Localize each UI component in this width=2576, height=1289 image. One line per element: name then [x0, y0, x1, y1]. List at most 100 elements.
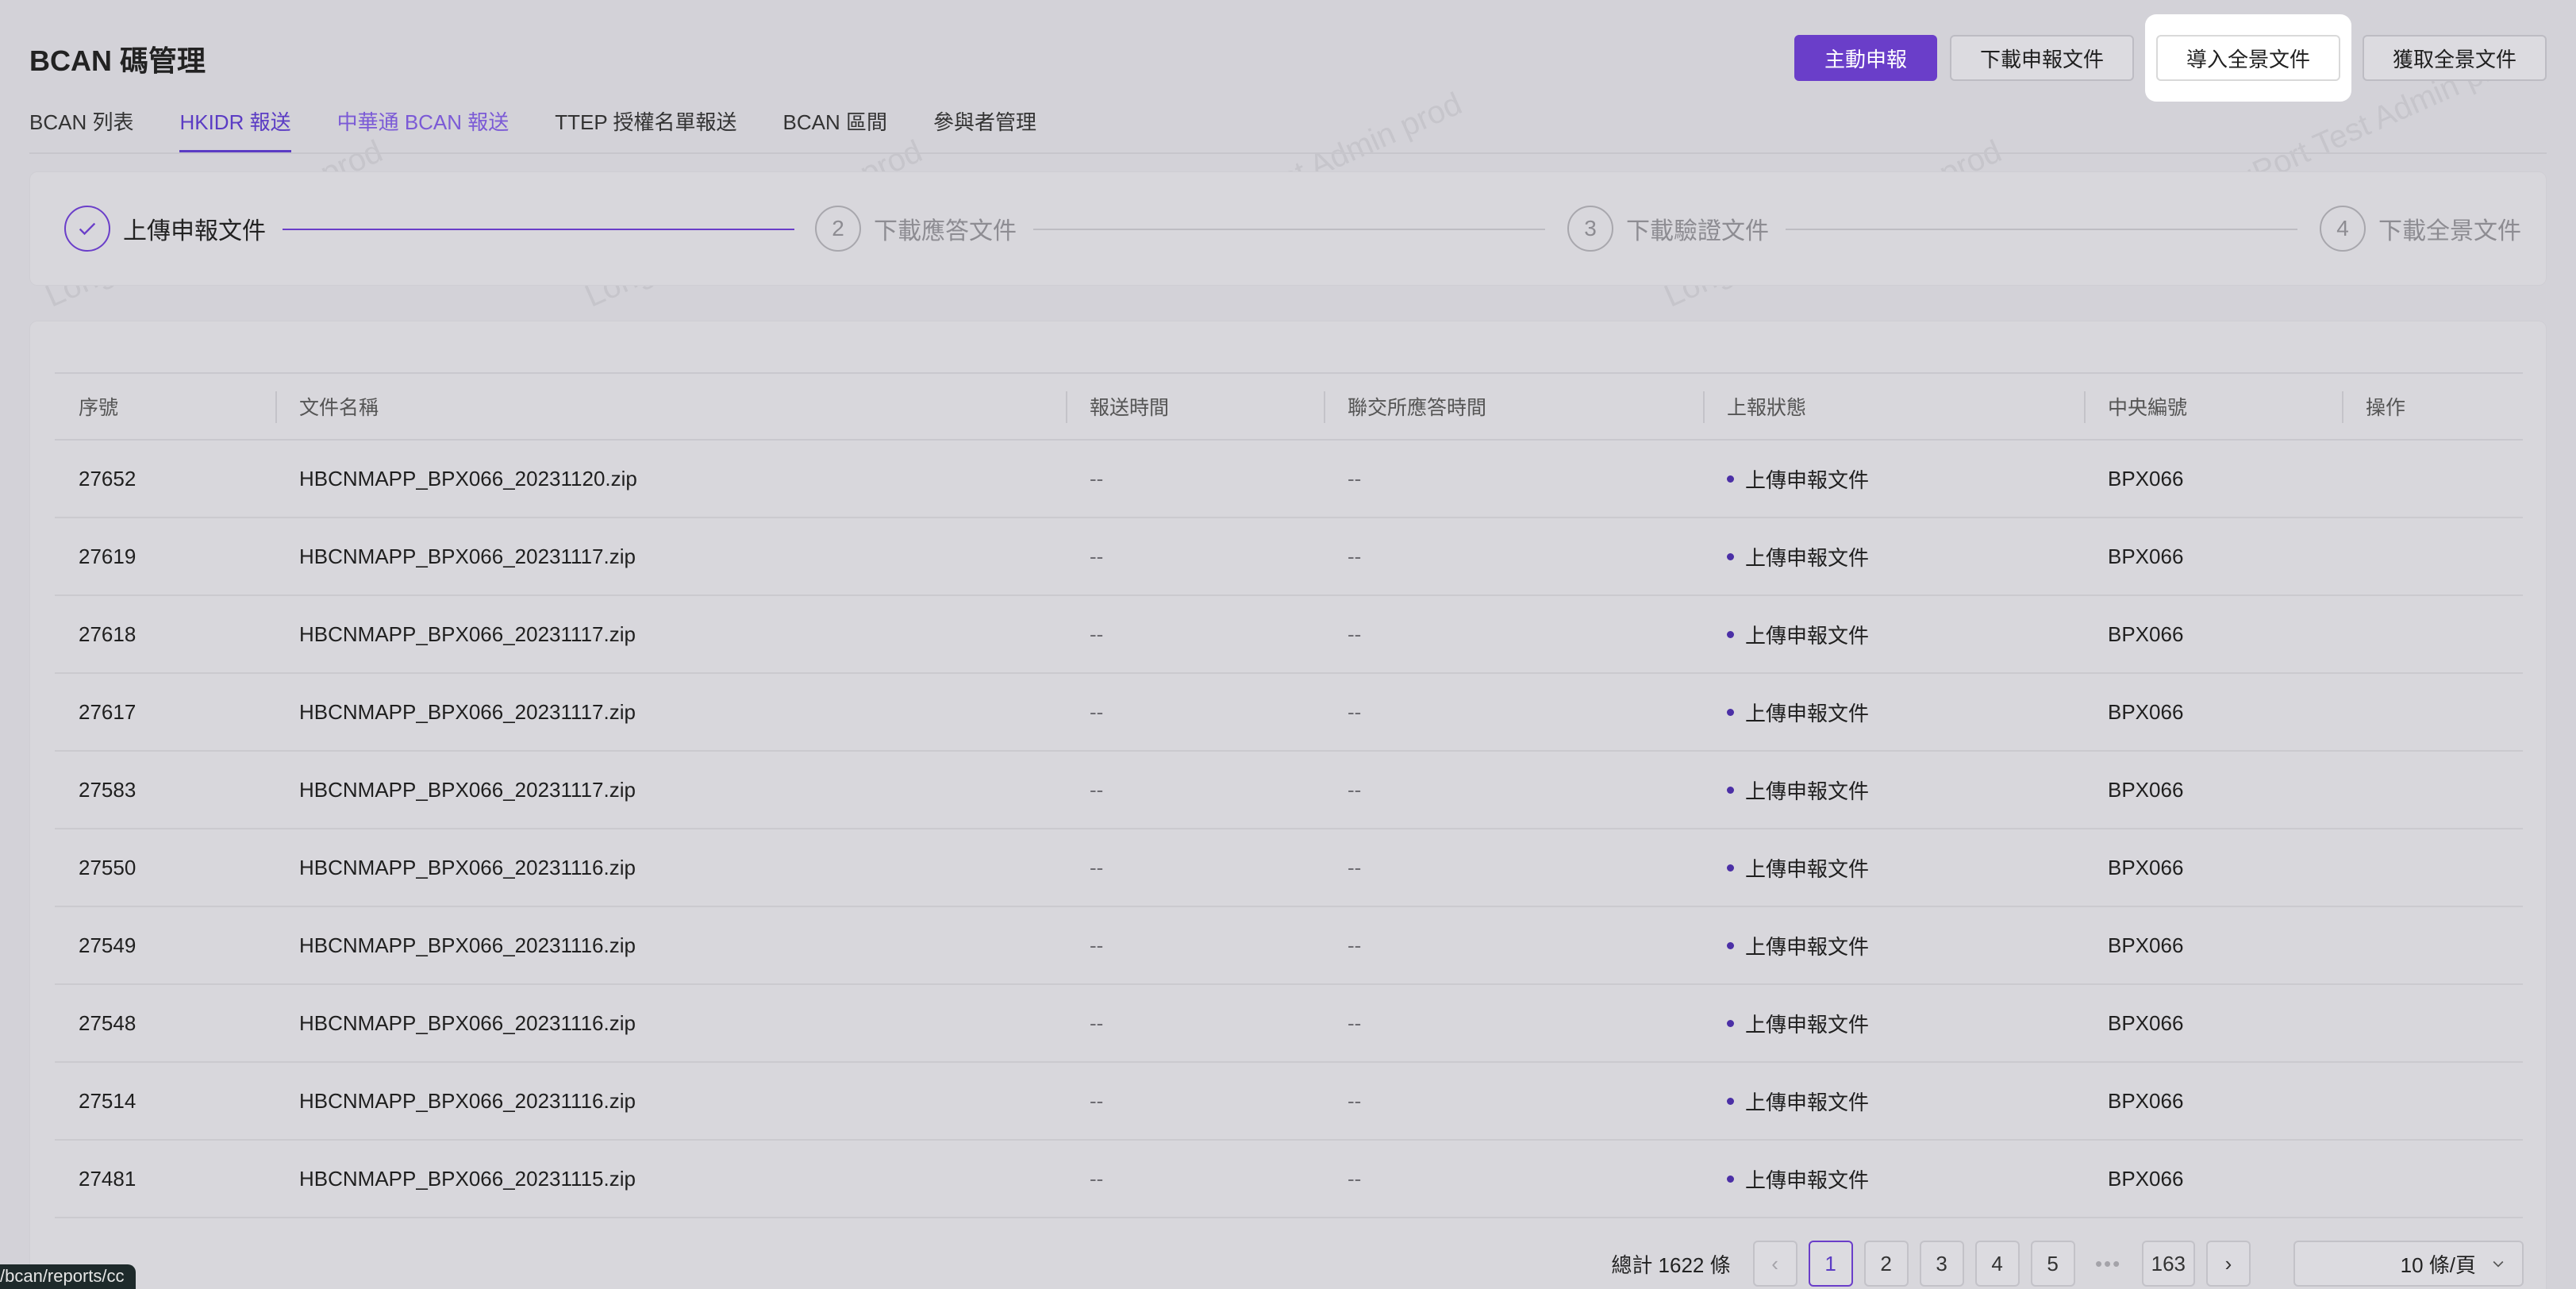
cell-central-code: BPX066 [2084, 518, 2342, 596]
page-title: BCAN 碼管理 [29, 44, 206, 77]
check-icon [64, 206, 110, 252]
cell-actions [2342, 984, 2523, 1063]
status-dot-icon [1727, 709, 1734, 717]
cell-file-name: HBCNMAPP_BPX066_20231116.zip [275, 1062, 1066, 1141]
page-button[interactable]: 1 [1808, 1241, 1853, 1287]
step-1: 上傳申報文件 [64, 206, 266, 252]
table-body: 27652 HBCNMAPP_BPX066_20231120.zip -- -- 上傳申… [55, 440, 2523, 1218]
submit-report-button[interactable]: 主動申報 [1794, 35, 1937, 81]
cell-file-name: HBCNMAPP_BPX066_20231117.zip [275, 673, 1066, 752]
cell-sent-time: -- [1066, 751, 1324, 829]
fetch-panorama-button[interactable]: 獲取全景文件 [2362, 35, 2547, 81]
cell-actions [2342, 518, 2523, 596]
table-row[interactable]: 27617 HBCNMAPP_BPX066_20231117.zip -- -- 上傳申… [55, 673, 2523, 752]
tab-stock-connect-bcan[interactable]: 中華通 BCAN 報送 [337, 106, 509, 152]
cell-file-name: HBCNMAPP_BPX066_20231120.zip [275, 440, 1066, 518]
page-button[interactable]: 3 [1919, 1241, 1964, 1287]
cell-id: 27583 [55, 751, 275, 829]
step-connector [1786, 229, 2297, 230]
table-row[interactable]: 27619 HBCNMAPP_BPX066_20231117.zip -- -- 上傳申… [55, 518, 2523, 596]
status-dot-icon [1727, 553, 1734, 561]
cell-response-time: -- [1324, 751, 1703, 829]
cell-file-name: HBCNMAPP_BPX066_20231116.zip [275, 984, 1066, 1063]
page-button[interactable]: 4 [1974, 1241, 2020, 1287]
cell-actions [2342, 1062, 2523, 1141]
step-label: 下載應答文件 [874, 218, 1017, 244]
cell-id: 27550 [55, 829, 275, 907]
cell-sent-time: -- [1066, 829, 1324, 907]
cell-central-code: BPX066 [2084, 906, 2342, 985]
cell-response-time: -- [1324, 829, 1703, 907]
cell-status: 上傳申報文件 [1703, 595, 2084, 674]
table-row[interactable]: 27618 HBCNMAPP_BPX066_20231117.zip -- -- 上傳申… [55, 595, 2523, 674]
cell-id: 27618 [55, 595, 275, 674]
status-dot-icon [1727, 787, 1734, 795]
download-report-button[interactable]: 下載申報文件 [1949, 35, 2134, 81]
cell-response-time: -- [1324, 906, 1703, 985]
last-page-button[interactable]: 163 [2141, 1241, 2195, 1287]
step-3: 3 下載驗證文件 [1567, 206, 1769, 252]
step-number: 2 [815, 206, 861, 252]
table-row[interactable]: 27550 HBCNMAPP_BPX066_20231116.zip -- -- 上傳申… [55, 829, 2523, 907]
step-label: 上傳申報文件 [123, 218, 266, 244]
import-panorama-button[interactable]: 導入全景文件 [2155, 35, 2340, 81]
page-button[interactable]: 2 [1863, 1241, 1909, 1287]
cell-sent-time: -- [1066, 595, 1324, 674]
import-panorama-highlight: 導入全景文件 [2144, 14, 2351, 102]
column-header-file-name: 文件名稱 [275, 372, 1066, 441]
page-size-select[interactable]: 10 條/頁 [2293, 1241, 2524, 1287]
column-header-actions: 操作 [2342, 372, 2523, 441]
tab-hkidr-report[interactable]: HKIDR 報送 [179, 106, 291, 152]
cell-response-time: -- [1324, 595, 1703, 674]
page-ellipsis[interactable]: ••• [2086, 1241, 2131, 1287]
header-actions: 主動申報 下載申報文件 導入全景文件 獲取全景文件 [1794, 14, 2547, 102]
tabs-divider [29, 152, 2547, 154]
cell-file-name: HBCNMAPP_BPX066_20231116.zip [275, 906, 1066, 985]
cell-file-name: HBCNMAPP_BPX066_20231115.zip [275, 1140, 1066, 1218]
table-row[interactable]: 27549 HBCNMAPP_BPX066_20231116.zip -- -- 上傳申… [55, 906, 2523, 985]
status-dot-icon [1727, 942, 1734, 950]
prev-page-button[interactable]: ‹ [1752, 1241, 1797, 1287]
tab-bcan-range[interactable]: BCAN 區間 [782, 106, 886, 152]
page-button[interactable]: 5 [2030, 1241, 2075, 1287]
tab-participant-management[interactable]: 參與者管理 [933, 106, 1036, 152]
report-table: 序號 文件名稱 報送時間 聯交所應答時間 上報狀態 中央編號 操作 27652 H… [55, 372, 2523, 1218]
status-dot-icon [1727, 1020, 1734, 1028]
pagination: 總計 1622 條 ‹ 1 2 3 4 5 ••• 163 › 10 條/頁 [1611, 1241, 2524, 1287]
table-header-row: 序號 文件名稱 報送時間 聯交所應答時間 上報狀態 中央編號 操作 [55, 372, 2523, 441]
table-row[interactable]: 27514 HBCNMAPP_BPX066_20231116.zip -- -- 上傳申… [55, 1062, 2523, 1141]
tab-ttep-list[interactable]: TTEP 授權名單報送 [555, 106, 736, 152]
step-number: 3 [1567, 206, 1613, 252]
cell-central-code: BPX066 [2084, 1140, 2342, 1218]
cell-status: 上傳申報文件 [1703, 518, 2084, 596]
report-table-card: 序號 文件名稱 報送時間 聯交所應答時間 上報狀態 中央編號 操作 27652 H… [29, 321, 2547, 1289]
table-row[interactable]: 27583 HBCNMAPP_BPX066_20231117.zip -- -- 上傳申… [55, 751, 2523, 829]
step-number: 4 [2320, 206, 2366, 252]
table-row[interactable]: 27548 HBCNMAPP_BPX066_20231116.zip -- -- 上傳申… [55, 984, 2523, 1063]
column-header-id: 序號 [55, 372, 275, 441]
table-row[interactable]: 27652 HBCNMAPP_BPX066_20231120.zip -- -- 上傳申… [55, 440, 2523, 518]
cell-central-code: BPX066 [2084, 984, 2342, 1063]
cell-sent-time: -- [1066, 1062, 1324, 1141]
table-row[interactable]: 27481 HBCNMAPP_BPX066_20231115.zip -- -- 上傳申… [55, 1140, 2523, 1218]
status-text: 上傳申報文件 [1745, 934, 1870, 959]
status-text: 上傳申報文件 [1745, 856, 1870, 881]
cell-file-name: HBCNMAPP_BPX066_20231116.zip [275, 829, 1066, 907]
cell-status: 上傳申報文件 [1703, 984, 2084, 1063]
cell-sent-time: -- [1066, 440, 1324, 518]
status-text: 上傳申報文件 [1745, 1168, 1870, 1192]
chevron-down-icon [2493, 1260, 2504, 1268]
tab-bcan-list[interactable]: BCAN 列表 [29, 106, 133, 152]
cell-actions [2342, 440, 2523, 518]
tab-bar: BCAN 列表 HKIDR 報送 中華通 BCAN 報送 TTEP 授權名單報送… [29, 106, 1036, 152]
cell-status: 上傳申報文件 [1703, 829, 2084, 907]
cell-status: 上傳申報文件 [1703, 440, 2084, 518]
status-dot-icon [1727, 631, 1734, 639]
step-label: 下載全景文件 [2378, 218, 2521, 244]
column-header-response-time: 聯交所應答時間 [1324, 372, 1703, 441]
cell-sent-time: -- [1066, 1140, 1324, 1218]
column-header-status: 上報狀態 [1703, 372, 2084, 441]
cell-actions [2342, 673, 2523, 752]
next-page-button[interactable]: › [2206, 1241, 2251, 1287]
cell-response-time: -- [1324, 518, 1703, 596]
